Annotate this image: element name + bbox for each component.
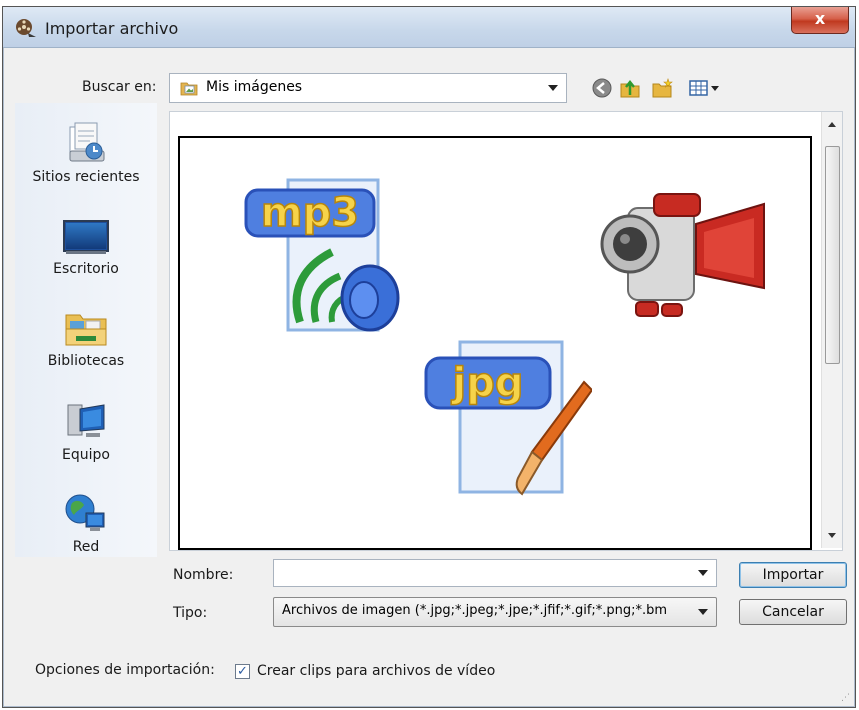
scroll-down-icon[interactable] — [827, 532, 837, 540]
close-button[interactable]: x — [791, 7, 849, 34]
filetype-value: Archivos de imagen (*.jpg;*.jpeg;*.jpe;*… — [282, 603, 668, 618]
create-clips-label[interactable]: Crear clips para archivos de vídeo — [257, 663, 495, 679]
places-bar: Sitios recientes Escritorio Bibliotecas — [15, 103, 157, 557]
title-bar[interactable]: Importar archivo x — [3, 7, 855, 48]
filetype-label: Tipo: — [173, 605, 208, 621]
import-file-dialog: Importar archivo x Buscar en: Mis imágen… — [2, 6, 856, 708]
vertical-scrollbar[interactable] — [821, 112, 842, 548]
resize-grip-icon[interactable]: ⋰ — [841, 693, 851, 703]
pictures-folder-icon — [180, 82, 198, 96]
place-network[interactable]: Red — [15, 491, 157, 555]
preview-frame: mp3 jpg — [178, 136, 812, 550]
place-label: Equipo — [62, 447, 110, 463]
desktop-icon — [63, 220, 109, 254]
recent-places-icon — [69, 122, 105, 162]
filename-label: Nombre: — [173, 567, 234, 583]
view-menu-icon[interactable] — [689, 77, 721, 99]
scrollbar-thumb[interactable] — [825, 146, 840, 364]
film-reel-icon — [16, 19, 36, 37]
look-in-dropdown[interactable]: Mis imágenes — [169, 73, 567, 103]
window-title: Importar archivo — [45, 19, 179, 38]
mp3-icon-text: mp3 — [261, 190, 359, 236]
chevron-down-icon — [548, 85, 558, 91]
up-folder-icon[interactable] — [619, 77, 641, 99]
look-in-label: Buscar en: — [82, 79, 157, 95]
new-folder-icon[interactable] — [651, 77, 673, 99]
jpg-file-icon: jpg — [424, 340, 592, 496]
place-label: Bibliotecas — [47, 353, 125, 369]
mp3-file-icon: mp3 — [244, 178, 400, 332]
scroll-up-icon[interactable] — [827, 120, 837, 128]
video-camera-icon — [600, 193, 765, 317]
back-icon[interactable] — [591, 77, 613, 99]
place-computer[interactable]: Equipo — [15, 401, 157, 463]
place-label: Red — [72, 539, 100, 555]
chevron-down-icon — [698, 609, 708, 615]
check-icon: ✓ — [237, 664, 248, 679]
jpg-icon-text: jpg — [451, 360, 524, 406]
chevron-down-icon[interactable] — [698, 570, 708, 576]
network-icon — [65, 494, 105, 531]
look-in-value: Mis imágenes — [206, 79, 303, 95]
cancel-button[interactable]: Cancelar — [739, 599, 847, 625]
place-libraries[interactable]: Bibliotecas — [15, 309, 157, 369]
place-label: Sitios recientes — [32, 169, 140, 185]
create-clips-checkbox[interactable]: ✓ — [235, 664, 250, 679]
libraries-icon — [65, 314, 107, 346]
filetype-dropdown[interactable]: Archivos de imagen (*.jpg;*.jpeg;*.jpe;*… — [273, 597, 717, 627]
import-button[interactable]: Importar — [739, 562, 847, 588]
place-label: Escritorio — [53, 261, 119, 277]
close-icon: x — [814, 9, 826, 28]
filename-input[interactable] — [273, 559, 717, 587]
place-recent[interactable]: Sitios recientes — [15, 121, 157, 185]
import-options-label: Opciones de importación: — [35, 662, 215, 678]
computer-icon — [67, 404, 105, 437]
place-desktop[interactable]: Escritorio — [15, 217, 157, 277]
file-list-view[interactable]: mp3 jpg — [169, 111, 843, 551]
